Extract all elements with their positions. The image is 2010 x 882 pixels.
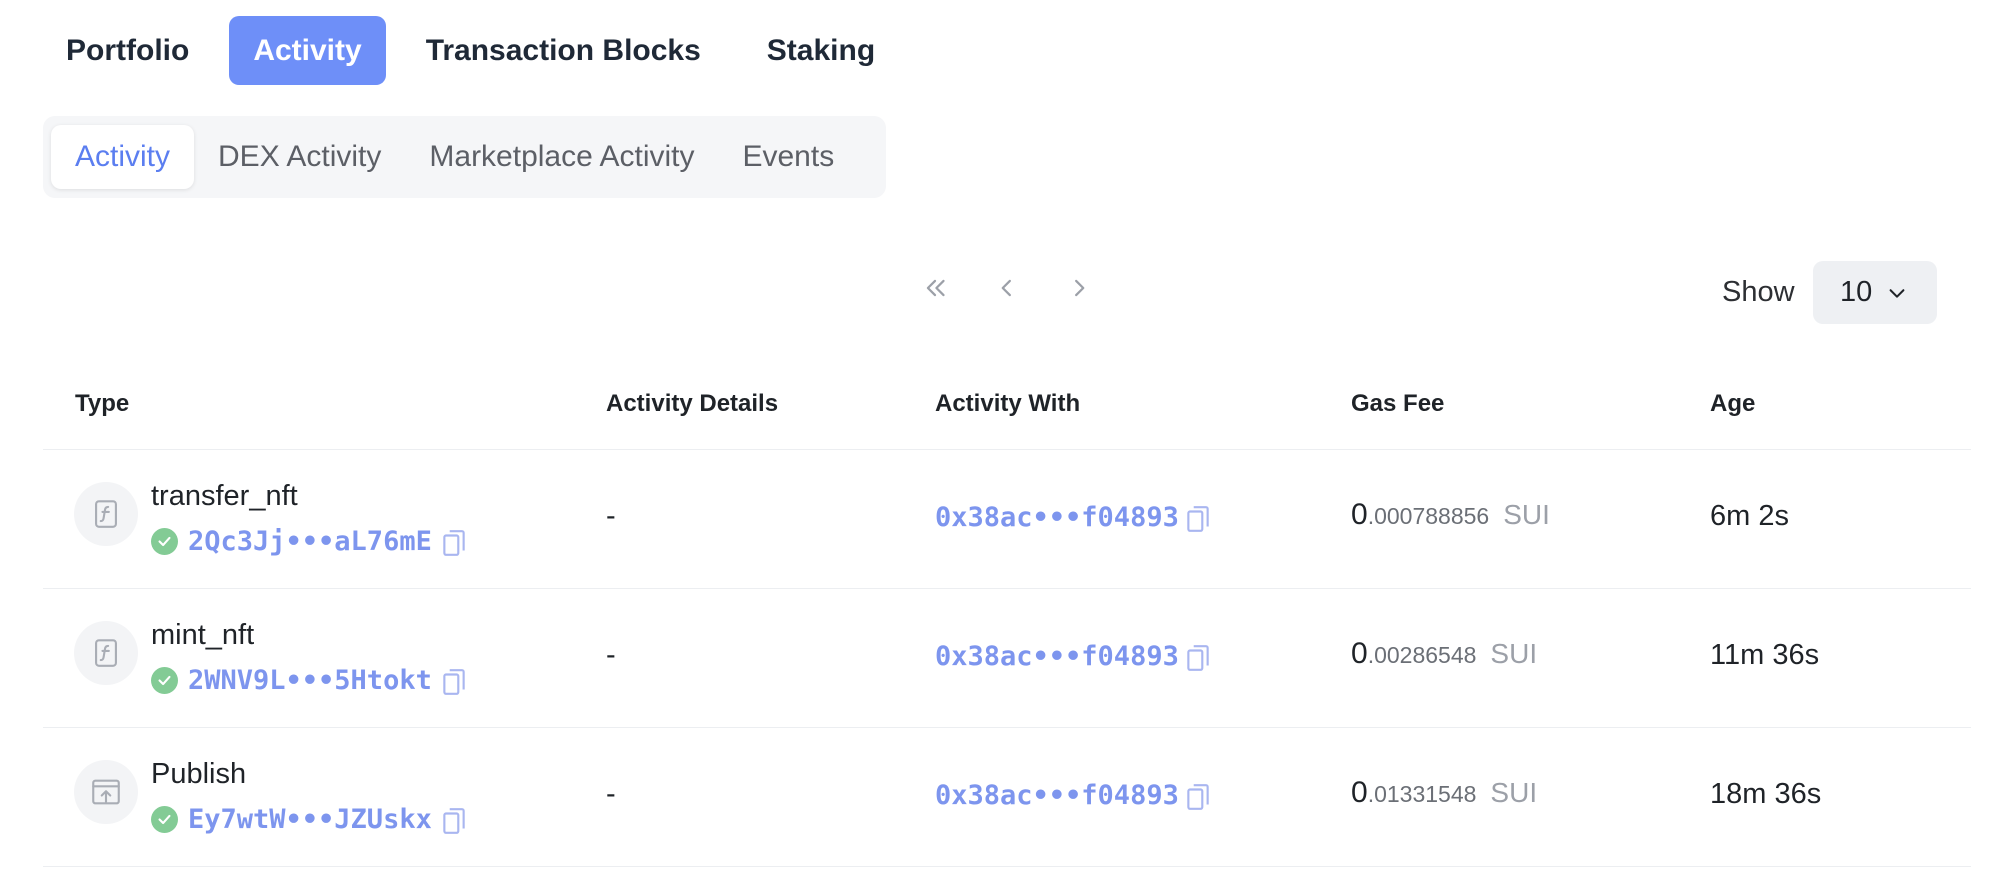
gas-fee-unit: SUI [1503,499,1550,530]
table-row: transfer_nft 2Qc3Jj•••aL76mE - 0x38ac•••… [0,450,2010,588]
chevron-down-icon [1889,288,1905,298]
show-label: Show [1722,276,1795,308]
gas-fee-fraction: .00286548 [1367,642,1477,668]
tab-portfolio[interactable]: Portfolio [40,16,215,85]
tab-staking[interactable]: Staking [741,16,901,85]
activity-type: mint_nft [151,619,255,651]
table-header: Type Activity Details Activity With Gas … [0,390,2010,420]
gas-fee: 0.000788856 SUI [1351,498,1550,532]
age: 11m 36s [1710,639,1820,671]
activity-type: transfer_nft [151,480,298,512]
transaction-digest-link[interactable]: 2Qc3Jj•••aL76mE [188,526,432,557]
address-link[interactable]: 0x38ac•••f04893 [935,502,1179,533]
table-row: mint_nft 2WNV9L•••5Htokt - 0x38ac•••f048… [0,589,2010,727]
subtab-marketplace-activity[interactable]: Marketplace Activity [405,125,718,189]
gas-fee-integer: 0 [1351,776,1368,809]
gas-fee: 0.01331548 SUI [1351,776,1537,810]
copy-icon[interactable] [441,667,467,697]
table-row: Publish Ey7wtW•••JZUskx - 0x38ac•••f0489… [0,728,2010,866]
function-icon [74,482,138,546]
header-activity-with: Activity With [935,390,1081,417]
subtab-dex-activity[interactable]: DEX Activity [194,125,405,189]
activity-details: - [606,639,616,671]
address-link[interactable]: 0x38ac•••f04893 [935,641,1179,672]
copy-icon[interactable] [1185,782,1211,812]
gas-fee-unit: SUI [1490,638,1538,669]
transaction-digest-link[interactable]: Ey7wtW•••JZUskx [188,804,432,835]
success-icon [151,806,178,833]
header-gas-fee: Gas Fee [1351,390,1445,417]
copy-icon[interactable] [441,806,467,836]
top-tab-bar: Portfolio Activity Transaction Blocks St… [40,16,915,85]
success-icon [151,528,178,555]
tab-activity[interactable]: Activity [229,16,386,85]
publish-icon [74,760,138,824]
page-size-value: 10 [1840,276,1873,308]
activity-type: Publish [151,758,247,790]
next-page-icon[interactable] [1059,268,1099,308]
function-icon [74,621,138,685]
header-type: Type [75,390,130,417]
activity-details: - [606,500,616,532]
gas-fee-fraction: .01331548 [1367,781,1477,807]
gas-fee-integer: 0 [1351,498,1368,531]
age: 6m 2s [1710,500,1789,532]
activity-details: - [606,778,616,810]
header-activity-details: Activity Details [606,390,779,417]
gas-fee-integer: 0 [1351,637,1368,670]
copy-icon[interactable] [1185,504,1211,534]
prev-page-icon[interactable] [987,268,1027,308]
first-page-icon[interactable] [915,268,955,308]
transaction-digest-link[interactable]: 2WNV9L•••5Htokt [188,665,432,696]
gas-fee: 0.00286548 SUI [1351,637,1537,671]
success-icon [151,667,178,694]
age: 18m 36s [1710,778,1822,810]
gas-fee-fraction: .000788856 [1367,503,1490,529]
sub-tab-bar: Activity DEX Activity Marketplace Activi… [43,116,886,198]
page-size-select[interactable]: 10 [1813,261,1937,324]
copy-icon[interactable] [441,528,467,558]
subtab-activity[interactable]: Activity [51,125,195,189]
address-link[interactable]: 0x38ac•••f04893 [935,780,1179,811]
copy-icon[interactable] [1185,643,1211,673]
header-age: Age [1710,390,1756,417]
tab-transaction-blocks[interactable]: Transaction Blocks [400,16,727,85]
divider [43,866,1971,867]
gas-fee-unit: SUI [1490,777,1538,808]
subtab-events[interactable]: Events [718,125,858,189]
